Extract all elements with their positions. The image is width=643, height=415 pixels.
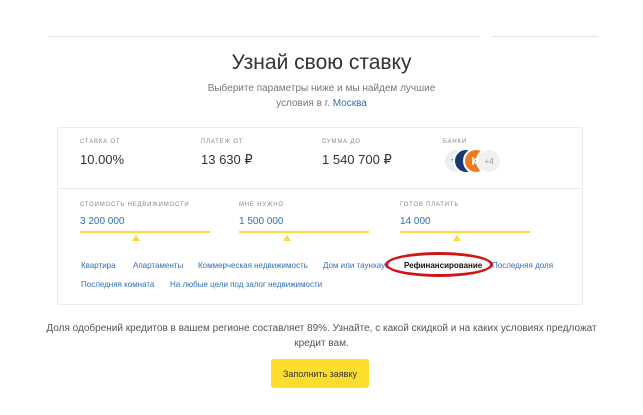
subtitle-line-1: Выберите параметры ниже и мы найдем лучш… <box>207 83 436 94</box>
approval-note: Доля одобрений кредитов в вашем регионе … <box>46 323 597 349</box>
category-commercial[interactable]: Коммерческая недвижимость <box>198 261 308 270</box>
property-cost-input[interactable]: 3 200 000 <box>80 216 210 229</box>
monthly-payment-input[interactable]: 14 000 <box>400 216 530 229</box>
card-divider <box>58 188 582 189</box>
monthly-payment-slider-handle[interactable] <box>453 235 461 241</box>
stat-rate-label: Ставка от <box>80 139 121 145</box>
property-cost-field: Стоимость недвижимости 3 200 000 <box>80 202 210 241</box>
more-banks-count[interactable]: +4 <box>476 148 502 174</box>
stat-amount: Сумма до 1 540 700 ₽ <box>322 139 392 168</box>
header-line-right <box>492 36 598 37</box>
bank-logos[interactable]: +4 <box>443 148 523 176</box>
category-last-room[interactable]: Последняя комната <box>81 280 154 289</box>
stat-payment-value: 13 630 ₽ <box>201 152 253 167</box>
page-subtitle: Выберите параметры ниже и мы найдем лучш… <box>0 81 643 111</box>
monthly-payment-field: Готов платить 14 000 <box>400 202 530 241</box>
monthly-payment-label: Готов платить <box>400 202 460 208</box>
loan-amount-slider-handle[interactable] <box>283 235 291 241</box>
header-line-left <box>48 36 480 37</box>
stat-payment-label: Платеж от <box>201 139 244 145</box>
city-link[interactable]: Москва <box>333 98 367 109</box>
banks-block: Банки +4 <box>443 139 523 176</box>
loan-amount-slider-track[interactable] <box>239 231 369 233</box>
property-cost-label: Стоимость недвижимости <box>80 202 190 208</box>
monthly-payment-slider-track[interactable] <box>400 231 530 233</box>
category-apartment[interactable]: Квартира <box>81 261 116 270</box>
subtitle-prefix: условия в г. <box>276 98 330 109</box>
banks-label: Банки <box>443 139 467 145</box>
stat-rate-value: 10.00% <box>80 152 125 167</box>
category-house[interactable]: Дом или таунхаус <box>323 261 389 270</box>
category-apartments[interactable]: Апартаменты <box>133 261 183 270</box>
page-title: Узнай свою ставку <box>231 51 412 74</box>
property-cost-slider-handle[interactable] <box>132 235 140 241</box>
annotation-ring <box>385 252 493 277</box>
stat-payment: Платеж от 13 630 ₽ <box>201 139 253 168</box>
submit-application-button[interactable]: Заполнить заявку <box>271 359 369 388</box>
stat-amount-label: Сумма до <box>322 139 361 145</box>
header-divider <box>0 36 643 37</box>
category-last-share[interactable]: Последняя доля <box>492 261 553 270</box>
stat-rate: Ставка от 10.00% <box>80 139 124 167</box>
rate-calculator-card: Ставка от 10.00% Платеж от 13 630 ₽ Сумм… <box>57 127 583 305</box>
loan-amount-input[interactable]: 1 500 000 <box>239 216 369 229</box>
loan-amount-field: Мне нужно 1 500 000 <box>239 202 369 241</box>
subtitle-line-2: условия в г. Москва <box>0 96 643 111</box>
property-cost-slider-track[interactable] <box>80 231 210 233</box>
loan-amount-label: Мне нужно <box>239 202 284 208</box>
category-any-purpose[interactable]: На любые цели под залог недвижимости <box>170 280 322 289</box>
stat-amount-value: 1 540 700 ₽ <box>322 152 392 167</box>
